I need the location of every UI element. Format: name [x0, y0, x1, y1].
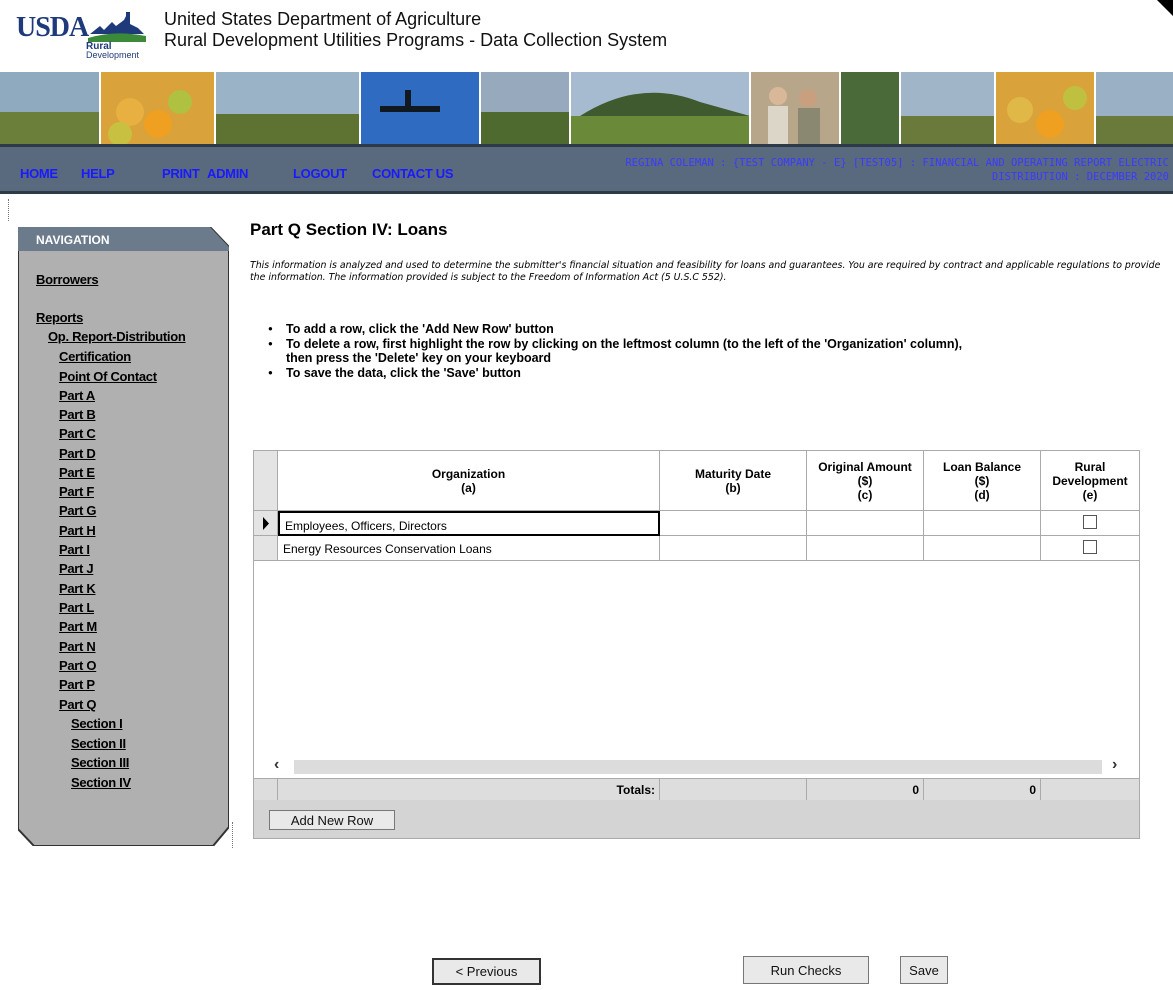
menu-logout-link[interactable]: LOGOUT: [293, 166, 347, 181]
menu-bar: HOME HELP PRINT ADMIN LOGOUT CONTACT US …: [0, 144, 1173, 194]
grid-footer: Add New Row: [254, 800, 1139, 838]
header: USDA Rural Development United States Dep…: [0, 0, 1173, 72]
nav-reports-link[interactable]: Reports: [36, 310, 83, 325]
nav-op-report-link[interactable]: Op. Report-Distribution: [48, 329, 186, 344]
scroll-right-icon[interactable]: ›: [1112, 756, 1117, 774]
organization-cell[interactable]: Employees, Officers, Directors: [278, 511, 660, 536]
frame-marker: [8, 199, 9, 221]
menu-home-link[interactable]: HOME: [20, 166, 58, 181]
nav-item-part-h[interactable]: Part H: [59, 523, 96, 538]
nav-item-part-l[interactable]: Part L: [59, 600, 94, 615]
nav-section-ii[interactable]: Section II: [71, 736, 126, 751]
navigation-panel: NAVIGATION Borrowers Reports Op. Report-…: [18, 227, 229, 846]
add-new-row-button[interactable]: Add New Row: [269, 810, 395, 830]
nav-item-part-q[interactable]: Part Q: [59, 697, 97, 712]
user-context-info: REGINA COLEMAN : {TEST COMPANY - E} [TES…: [625, 157, 1169, 183]
total-loan-balance: 0: [924, 779, 1041, 801]
totals-row: Totals: 0 0: [254, 778, 1139, 801]
column-header-rural-development[interactable]: Rural Development (e): [1041, 451, 1139, 511]
row-selector-header: [254, 451, 278, 511]
run-checks-button[interactable]: Run Checks: [743, 956, 869, 984]
nav-item-part-k[interactable]: Part K: [59, 581, 96, 596]
menu-print-link[interactable]: PRINT: [162, 166, 200, 181]
menu-help-link[interactable]: HELP: [81, 166, 115, 181]
instruction-item: To add a row, click the 'Add New Row' bu…: [268, 322, 962, 337]
rural-development-logo-icon: [88, 12, 146, 42]
nav-item-part-a[interactable]: Part A: [59, 388, 95, 403]
nav-item-part-i[interactable]: Part I: [59, 542, 90, 557]
scrollbar-track[interactable]: [294, 760, 1102, 774]
original-amount-cell[interactable]: [807, 536, 924, 561]
row-selector[interactable]: [254, 536, 278, 561]
column-header-maturity-date[interactable]: Maturity Date (b): [660, 451, 807, 511]
site-title: United States Department of Agriculture …: [164, 9, 668, 50]
column-header-loan-balance[interactable]: Loan Balance ($) (d): [924, 451, 1041, 511]
page-title: Part Q Section IV: Loans: [250, 220, 448, 239]
photo-banner: [0, 72, 1173, 144]
instructions-list: To add a row, click the 'Add New Row' bu…: [268, 322, 962, 380]
nav-item-part-b[interactable]: Part B: [59, 407, 96, 422]
nav-item-point-of-contact[interactable]: Point Of Contact: [59, 369, 157, 384]
rural-development-cell: [1041, 511, 1139, 536]
previous-button[interactable]: < Previous: [432, 958, 541, 985]
row-selector[interactable]: [254, 511, 278, 536]
nav-borrowers-link[interactable]: Borrowers: [36, 272, 99, 287]
totals-label: Totals:: [278, 779, 660, 801]
nav-item-part-g[interactable]: Part G: [59, 503, 97, 518]
nav-item-part-j[interactable]: Part J: [59, 561, 94, 576]
instruction-item: To save the data, click the 'Save' butto…: [268, 366, 962, 381]
usda-logo: USDA Rural Development: [16, 12, 152, 60]
loan-balance-cell[interactable]: [924, 536, 1041, 561]
loans-grid: Organization (a) Maturity Date (b) Origina…: [253, 450, 1140, 839]
nav-item-part-m[interactable]: Part M: [59, 619, 97, 634]
nav-section-iii[interactable]: Section III: [71, 755, 129, 770]
column-header-original-amount[interactable]: Original Amount ($) (c): [807, 451, 924, 511]
nav-section-i[interactable]: Section I: [71, 716, 123, 731]
maturity-date-cell[interactable]: [660, 536, 807, 561]
original-amount-cell[interactable]: [807, 511, 924, 536]
menu-contact-link[interactable]: CONTACT US: [372, 166, 454, 181]
rural-development-checkbox[interactable]: [1083, 540, 1097, 554]
nav-item-part-o[interactable]: Part O: [59, 658, 97, 673]
maturity-date-cell[interactable]: [660, 511, 807, 536]
save-button[interactable]: Save: [900, 956, 948, 984]
loan-balance-cell[interactable]: [924, 511, 1041, 536]
rural-development-checkbox[interactable]: [1083, 515, 1097, 529]
total-original-amount: 0: [807, 779, 924, 801]
frame-marker: [232, 822, 233, 848]
horizontal-scrollbar[interactable]: ‹ ›: [254, 756, 1139, 778]
nav-item-part-e[interactable]: Part E: [59, 465, 95, 480]
nav-item-certification[interactable]: Certification: [59, 349, 131, 364]
navigation-title: NAVIGATION: [36, 233, 110, 247]
current-row-arrow-icon: [263, 517, 269, 530]
rural-development-cell: [1041, 536, 1139, 561]
nav-item-part-n[interactable]: Part N: [59, 639, 96, 654]
nav-item-part-c[interactable]: Part C: [59, 426, 96, 441]
menu-admin-link[interactable]: ADMIN: [207, 166, 248, 181]
instruction-item: To delete a row, first highlight the row…: [268, 337, 962, 366]
organization-cell[interactable]: Energy Resources Conservation Loans: [278, 536, 660, 561]
nav-item-part-p[interactable]: Part P: [59, 677, 95, 692]
column-header-organization[interactable]: Organization (a): [278, 451, 660, 511]
disclaimer-text: This information is analyzed and used to…: [250, 260, 1161, 283]
nav-item-part-d[interactable]: Part D: [59, 446, 96, 461]
scroll-left-icon[interactable]: ‹: [274, 756, 279, 774]
nav-section-iv[interactable]: Section IV: [71, 775, 131, 790]
nav-item-part-f[interactable]: Part F: [59, 484, 94, 499]
corner-marker: [1157, 0, 1173, 16]
